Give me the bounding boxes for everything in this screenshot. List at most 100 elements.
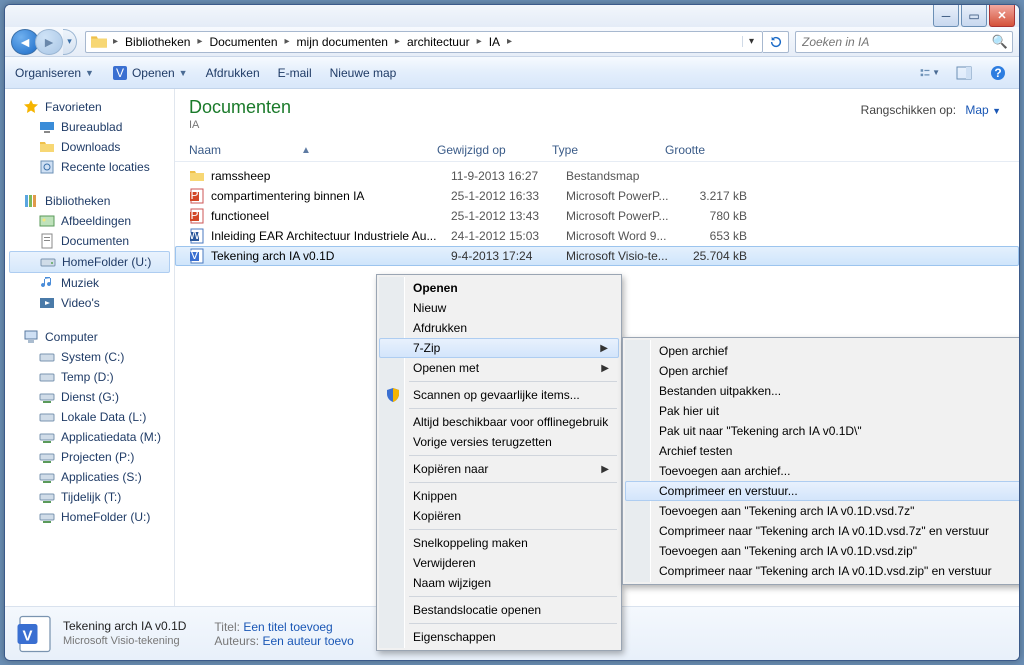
sidebar-group-libraries: Bibliotheken Afbeeldingen Documenten Hom… <box>5 191 174 313</box>
context-menu-item[interactable]: Comprimeer en verstuur... <box>625 481 1020 501</box>
context-menu-item[interactable]: Verwijderen <box>379 553 619 573</box>
breadcrumb[interactable]: ▸ Bibliotheken ▸ Documenten ▸ mijn docum… <box>85 31 763 53</box>
table-row[interactable]: Pfunctioneel25-1-2012 13:43Microsoft Pow… <box>175 206 1019 226</box>
context-menu-item[interactable]: Bestanden uitpakken... <box>625 381 1020 401</box>
nav-history-dropdown[interactable]: ▾ <box>63 29 77 55</box>
context-menu-item[interactable]: Afdrukken <box>379 318 619 338</box>
context-menu[interactable]: OpenenNieuwAfdrukken7-Zip▶Openen met▶ Sca… <box>376 274 622 651</box>
breadcrumb-dropdown[interactable]: ▾ <box>742 36 760 47</box>
organize-button[interactable]: Organiseren ▼ <box>15 66 94 80</box>
table-row[interactable]: Pcompartimentering binnen IA25-1-2012 16… <box>175 186 1019 206</box>
close-button[interactable]: ✕ <box>989 5 1015 27</box>
minimize-button[interactable]: ─ <box>933 5 959 27</box>
new-folder-button[interactable]: Nieuwe map <box>330 66 397 80</box>
context-submenu-7zip[interactable]: Open archiefOpen archief▶Bestanden uitpa… <box>622 337 1020 585</box>
col-modified[interactable]: Gewijzigd op <box>437 143 552 157</box>
context-menu-item[interactable]: Pak hier uit <box>625 401 1020 421</box>
chevron-right-icon: ▸ <box>194 36 205 47</box>
sidebar-item-label: HomeFolder (U:) <box>61 510 150 524</box>
sidebar-item-drive[interactable]: Applicatiedata (M:) <box>5 427 174 447</box>
context-menu-item[interactable]: Altijd beschikbaar voor offlinegebruik <box>379 412 619 432</box>
context-menu-item[interactable]: Openen <box>379 278 619 298</box>
sidebar-item-homefolder[interactable]: HomeFolder (U:) <box>9 251 170 273</box>
crumb[interactable]: IA <box>485 35 504 49</box>
sidebar-item-recent[interactable]: Recente locaties <box>5 157 174 177</box>
crumb[interactable]: mijn documenten <box>293 35 392 49</box>
search-box[interactable]: 🔍 <box>795 31 1013 53</box>
drive-icon <box>40 254 56 270</box>
context-menu-item[interactable]: Snelkoppeling maken <box>379 533 619 553</box>
context-menu-item[interactable]: Open archief <box>625 341 1020 361</box>
context-menu-item[interactable]: Toevoegen aan archief... <box>625 461 1020 481</box>
context-item-label: Altijd beschikbaar voor offlinegebruik <box>413 415 608 429</box>
sidebar-head-libraries[interactable]: Bibliotheken <box>5 191 174 211</box>
context-menu-item[interactable]: Scannen op gevaarlijke items... <box>379 385 619 405</box>
col-name[interactable]: Naam <box>189 143 221 157</box>
sidebar-item-drive[interactable]: System (C:) <box>5 347 174 367</box>
email-button[interactable]: E-mail <box>278 66 312 80</box>
context-menu-item[interactable]: Openen met▶ <box>379 358 619 378</box>
context-menu-item[interactable]: Open archief▶ <box>625 361 1020 381</box>
sidebar-item-drive[interactable]: Lokale Data (L:) <box>5 407 174 427</box>
arrange-by[interactable]: Rangschikken op: Map ▼ <box>861 103 1001 117</box>
sidebar-item-desktop[interactable]: Bureaublad <box>5 117 174 137</box>
column-headers[interactable]: Naam▲ Gewijzigd op Type Grootte <box>175 131 1019 162</box>
arrange-value[interactable]: Map <box>965 103 988 117</box>
sidebar-item-drive[interactable]: Projecten (P:) <box>5 447 174 467</box>
refresh-button[interactable] <box>763 31 789 53</box>
sidebar-item-drive[interactable]: Temp (D:) <box>5 367 174 387</box>
sidebar-item-drive[interactable]: Applicaties (S:) <box>5 467 174 487</box>
sidebar-item-label: Downloads <box>61 140 120 154</box>
col-size[interactable]: Grootte <box>665 143 755 157</box>
context-menu-item[interactable]: Bestandslocatie openen <box>379 600 619 620</box>
context-menu-item[interactable]: 7-Zip▶ <box>379 338 619 358</box>
details-authors-value[interactable]: Een auteur toevo <box>262 634 353 648</box>
context-menu-item[interactable]: Toevoegen aan "Tekening arch IA v0.1D.vs… <box>625 541 1020 561</box>
context-item-label: Knippen <box>413 489 457 503</box>
context-menu-item[interactable]: Archief testen <box>625 441 1020 461</box>
sidebar-head-favorites[interactable]: Favorieten <box>5 97 174 117</box>
crumb[interactable]: Documenten <box>205 35 281 49</box>
context-menu-item[interactable]: Eigenschappen <box>379 627 619 647</box>
context-menu-item[interactable]: Pak uit naar "Tekening arch IA v0.1D\" <box>625 421 1020 441</box>
sidebar-item-label: Tijdelijk (T:) <box>61 490 121 504</box>
sidebar-item-videos[interactable]: Video's <box>5 293 174 313</box>
crumb[interactable]: architectuur <box>403 35 474 49</box>
search-input[interactable] <box>800 34 992 50</box>
context-menu-item[interactable]: Comprimeer naar "Tekening arch IA v0.1D.… <box>625 561 1020 581</box>
context-menu-item[interactable]: Kopiëren naar▶ <box>379 459 619 479</box>
context-item-label: Pak uit naar "Tekening arch IA v0.1D\" <box>659 424 862 438</box>
context-item-label: Toevoegen aan archief... <box>659 464 790 478</box>
context-menu-item[interactable]: Knippen <box>379 486 619 506</box>
sidebar-item-drive[interactable]: HomeFolder (U:) <box>5 507 174 527</box>
sidebar-item-drive[interactable]: Dienst (G:) <box>5 387 174 407</box>
context-menu-item[interactable]: Comprimeer naar "Tekening arch IA v0.1D.… <box>625 521 1020 541</box>
context-menu-item[interactable]: Toevoegen aan "Tekening arch IA v0.1D.vs… <box>625 501 1020 521</box>
documents-icon <box>39 233 55 249</box>
sidebar-item-music[interactable]: Muziek <box>5 273 174 293</box>
context-menu-item[interactable]: Naam wijzigen <box>379 573 619 593</box>
sidebar-item-downloads[interactable]: Downloads <box>5 137 174 157</box>
details-title-value[interactable]: Een titel toevoeg <box>243 620 332 634</box>
help-button[interactable]: ? <box>987 62 1009 84</box>
table-row[interactable]: VTekening arch IA v0.1D9-4-2013 17:24Mic… <box>175 246 1019 266</box>
sidebar-item-drive[interactable]: Tijdelijk (T:) <box>5 487 174 507</box>
preview-pane-button[interactable] <box>953 62 975 84</box>
sidebar-item-pictures[interactable]: Afbeeldingen <box>5 211 174 231</box>
view-mode-button[interactable]: ▼ <box>919 62 941 84</box>
context-menu-item[interactable]: Nieuw <box>379 298 619 318</box>
crumb[interactable]: Bibliotheken <box>121 35 194 49</box>
nav-forward-button[interactable]: ► <box>35 29 63 55</box>
table-row[interactable]: WInleiding EAR Architectuur Industriele … <box>175 226 1019 246</box>
pane-icon <box>956 65 972 81</box>
table-row[interactable]: ramssheep11-9-2013 16:27Bestandsmap <box>175 166 1019 186</box>
help-icon: ? <box>990 65 1006 81</box>
col-type[interactable]: Type <box>552 143 665 157</box>
context-menu-item[interactable]: Vorige versies terugzetten <box>379 432 619 452</box>
sidebar-head-computer[interactable]: Computer <box>5 327 174 347</box>
context-menu-item[interactable]: Kopiëren <box>379 506 619 526</box>
sidebar-item-documents[interactable]: Documenten <box>5 231 174 251</box>
print-button[interactable]: Afdrukken <box>206 66 260 80</box>
open-button[interactable]: V Openen ▼ <box>112 65 188 81</box>
maximize-button[interactable]: ▭ <box>961 5 987 27</box>
